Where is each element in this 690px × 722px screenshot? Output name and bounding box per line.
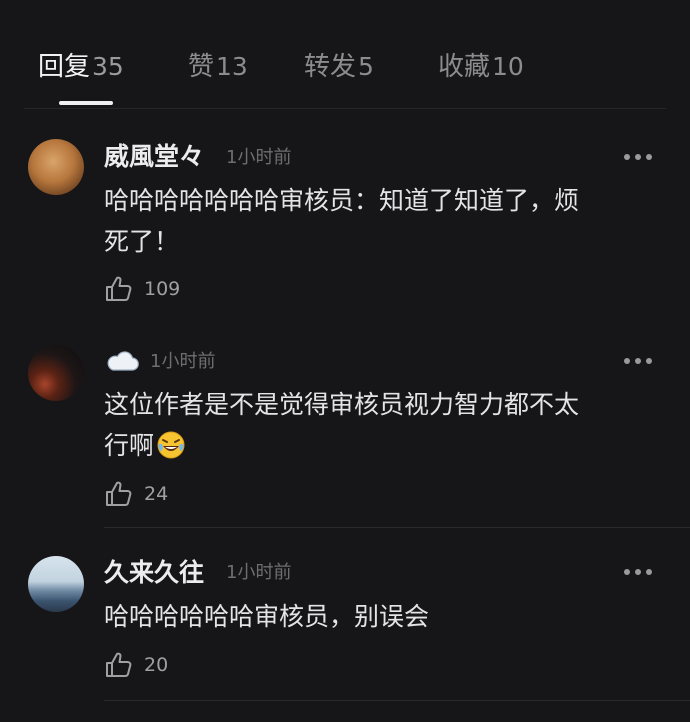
avatar[interactable] [28,556,84,612]
tab-replies[interactable]: 回复35 [38,50,124,84]
thumbs-up-icon [106,652,132,677]
tab-label: 赞 [188,52,215,82]
comment-divider [104,700,690,701]
tab-count: 5 [358,52,374,81]
thumbs-up-icon [106,481,132,506]
more-options-icon[interactable] [624,568,652,576]
tab-favorites[interactable]: 收藏10 [438,50,524,84]
tab-reposts[interactable]: 转发5 [304,50,374,84]
like-count: 24 [144,483,169,505]
avatar[interactable] [28,345,84,401]
comment-text: 这位作者是不是觉得审核员视力智力都不太 行啊 [104,384,664,466]
comment-divider [104,527,690,528]
tab-count: 35 [92,52,124,81]
tab-count: 13 [216,52,248,81]
like-count: 109 [144,278,181,300]
cloud-icon[interactable] [104,349,140,373]
comment-time: 1小时前 [150,351,216,372]
username[interactable]: 久来久往 [104,557,204,589]
active-tab-indicator [59,101,113,105]
thumbs-up-icon [106,276,132,301]
comment-time: 1小时前 [226,562,292,583]
tab-label: 转发 [304,52,357,82]
more-options-icon[interactable] [624,357,652,365]
tabs-divider [24,108,666,109]
laughing-tears-emoji-icon [157,431,185,459]
comment-time: 1小时前 [226,147,292,168]
comment-text: 哈哈哈哈哈哈哈审核员：知道了知道了，烦 死了！ [104,186,580,256]
tab-bar: 回复35 赞13 转发5 收藏10 [0,0,690,108]
tab-label: 收藏 [438,52,491,82]
tab-label: 回复 [38,52,91,82]
comment-text: 哈哈哈哈哈哈审核员，别误会 [104,602,430,631]
like-count: 20 [144,654,169,676]
tab-count: 10 [492,52,524,81]
avatar[interactable] [28,139,84,195]
more-options-icon[interactable] [624,153,652,161]
tab-likes[interactable]: 赞13 [188,50,248,84]
username[interactable]: 威風堂々 [104,141,204,173]
